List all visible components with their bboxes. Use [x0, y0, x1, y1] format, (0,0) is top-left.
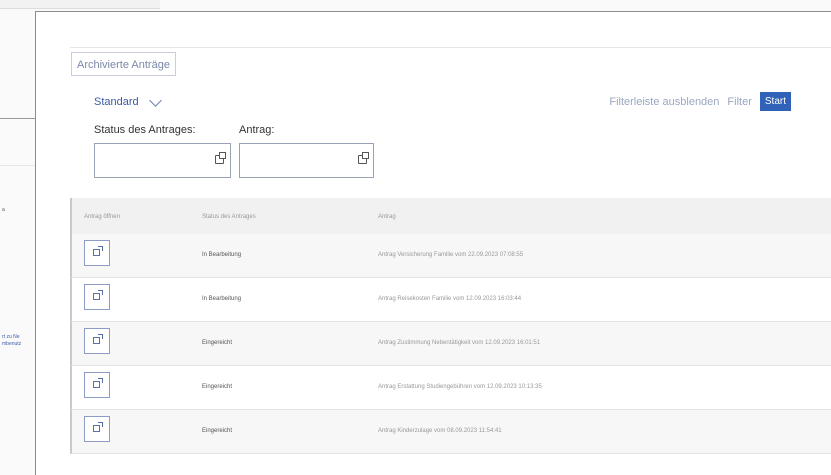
- table-row[interactable]: In Bearbeitung Antrag Versicherung Famil…: [70, 234, 831, 278]
- row-antrag: Antrag Versicherung Familie vom 22.09.20…: [378, 252, 524, 258]
- background-divider: [0, 165, 35, 166]
- requests-table: Antrag öffnen Status des Antrages Antrag…: [70, 198, 831, 454]
- chevron-down-icon: [148, 93, 162, 107]
- variant-label: Standard: [94, 96, 139, 108]
- filter-label-status: Status des Antrages:: [94, 124, 196, 136]
- open-external-icon: [93, 290, 103, 300]
- value-help-icon[interactable]: [215, 152, 226, 164]
- variant-selector[interactable]: Standard: [94, 93, 162, 108]
- open-external-icon: [93, 378, 103, 388]
- header-divider: [70, 47, 831, 48]
- hide-filterbar-link[interactable]: Filterleiste ausblenden: [609, 96, 719, 108]
- column-header-open[interactable]: Antrag öffnen: [84, 214, 120, 220]
- open-request-button[interactable]: [84, 372, 110, 398]
- open-request-button[interactable]: [84, 416, 110, 442]
- row-antrag: Antrag Zustimmung Nebentätigkeit vom 12.…: [378, 340, 541, 346]
- row-antrag: Antrag Kinderzulage vom 08.09.2023 11:54…: [378, 428, 502, 434]
- open-request-button[interactable]: [84, 284, 110, 310]
- open-external-icon: [93, 422, 103, 432]
- tab-archived-requests[interactable]: Archivierte Anträge: [71, 52, 176, 76]
- table-row[interactable]: Eingereicht Antrag Zustimmung Nebentätig…: [70, 322, 831, 366]
- antrag-filter-input[interactable]: [239, 143, 374, 178]
- table-row[interactable]: In Bearbeitung Antrag Reisekosten Famili…: [70, 278, 831, 322]
- background-tab-strip: [0, 0, 160, 9]
- open-external-icon: [93, 246, 103, 256]
- row-status: Eingereicht: [202, 428, 233, 434]
- value-help-icon[interactable]: [358, 152, 369, 164]
- filter-actions: Filterleiste ausblenden Filter Start: [609, 92, 791, 111]
- table-row[interactable]: Eingereicht Antrag Kinderzulage vom 08.0…: [70, 410, 831, 454]
- column-header-antrag[interactable]: Antrag: [378, 214, 396, 220]
- start-button[interactable]: Start: [759, 92, 791, 111]
- filter-link[interactable]: Filter: [727, 96, 751, 108]
- row-status: In Bearbeitung: [202, 296, 242, 302]
- table-header: Antrag öffnen Status des Antrages Antrag: [70, 198, 831, 234]
- row-status: Eingereicht: [202, 340, 233, 346]
- archived-requests-window: Archivierte Anträge Standard Filterleist…: [35, 11, 831, 475]
- open-request-button[interactable]: [84, 240, 110, 266]
- row-status: In Bearbeitung: [202, 252, 242, 258]
- status-filter-input[interactable]: [94, 143, 231, 178]
- open-request-button[interactable]: [84, 328, 110, 354]
- row-antrag: Antrag Erstattung Studiengebühren vom 12…: [378, 384, 542, 390]
- background-divider: [0, 118, 35, 119]
- background-text-fragment: a: [2, 207, 5, 213]
- background-link-fragment[interactable]: mbenutz: [2, 341, 21, 347]
- column-header-status[interactable]: Status des Antrages: [202, 214, 256, 220]
- open-external-icon: [93, 334, 103, 344]
- background-link-fragment[interactable]: rt zu Ne: [2, 334, 20, 340]
- row-status: Eingereicht: [202, 384, 233, 390]
- table-body: In Bearbeitung Antrag Versicherung Famil…: [70, 234, 831, 454]
- table-row[interactable]: Eingereicht Antrag Erstattung Studiengeb…: [70, 366, 831, 410]
- row-antrag: Antrag Reisekosten Familie vom 12.09.202…: [378, 296, 522, 302]
- filter-label-antrag: Antrag:: [239, 124, 275, 136]
